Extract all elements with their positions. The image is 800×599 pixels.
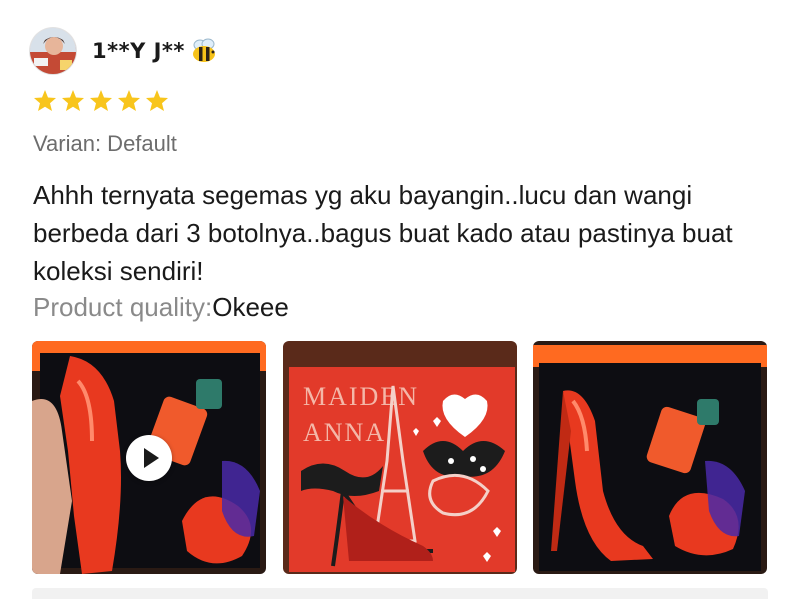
- star-icon: [62, 90, 84, 111]
- quality-value: Okeee: [212, 292, 289, 322]
- review-header: 1**Y J**: [30, 26, 219, 76]
- user-avatar[interactable]: [30, 28, 76, 74]
- variant-label: Varian: Default: [33, 131, 177, 156]
- reviewer-username[interactable]: 1**Y J**: [92, 39, 185, 63]
- box-text-anna: ANNA: [303, 418, 386, 447]
- product-quality: Product quality:Okeee: [33, 290, 289, 324]
- next-section-edge: [32, 588, 768, 599]
- star-icon: [146, 90, 168, 111]
- review-image-thumbnail[interactable]: [533, 341, 767, 574]
- star-icon: [34, 90, 56, 111]
- star-icon: [118, 90, 140, 111]
- box-text-maiden: MAIDEN: [303, 382, 419, 411]
- bee-icon: [189, 38, 219, 64]
- play-icon[interactable]: [126, 435, 172, 481]
- quality-label: Product quality:: [33, 292, 213, 322]
- star-icon: [90, 90, 112, 111]
- review-text: Ahhh ternyata segemas yg aku bayangin..l…: [33, 180, 733, 286]
- review-video-thumbnail[interactable]: [32, 341, 266, 574]
- star-rating: [33, 89, 169, 112]
- review-image-thumbnail[interactable]: MAIDEN ANNA: [283, 341, 517, 574]
